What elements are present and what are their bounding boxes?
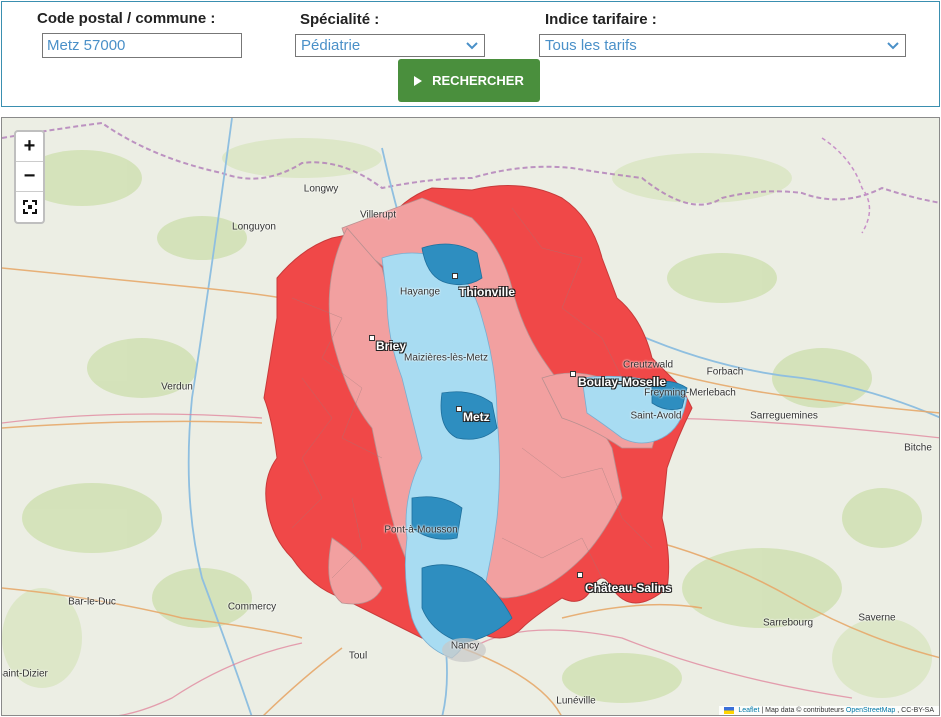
osm-link[interactable]: OpenStreetMap	[846, 707, 895, 714]
leaflet-link[interactable]: Leaflet	[738, 707, 759, 714]
city-label: Boulay-Moselle	[578, 375, 667, 389]
city-label: Briey	[376, 339, 407, 353]
license-text: , CC-BY-SA	[897, 707, 934, 714]
map-place-label: Lunéville	[556, 695, 596, 707]
map-place-label: Saint-Avold	[630, 410, 682, 422]
map-place-label: Pont-à-Mousson	[384, 524, 458, 536]
fullscreen-button[interactable]	[16, 192, 43, 222]
map-place-label: Saverne	[858, 612, 896, 624]
zoom-out-button[interactable]: −	[16, 162, 43, 192]
map-place-label: Freyming-Merlebach	[644, 387, 736, 399]
postal-code-label: Code postal / commune :	[37, 10, 216, 27]
city-label: Château-Salins	[585, 581, 672, 595]
tarif-selected-value: Tous les tarifs	[545, 37, 637, 54]
speciality-select[interactable]: Pédiatrie	[295, 34, 485, 57]
map-place-label: Longuyon	[232, 221, 276, 233]
map-place-label: Sarreguemines	[750, 410, 818, 422]
search-panel: Code postal / commune : Spécialité : Ind…	[1, 1, 940, 107]
chevron-down-icon	[887, 42, 899, 50]
tarif-label: Indice tarifaire :	[545, 11, 657, 28]
city-label: Metz	[463, 410, 490, 424]
zoom-control: + −	[14, 130, 45, 224]
speciality-label: Spécialité :	[300, 11, 380, 28]
ukraine-flag-icon	[724, 707, 735, 714]
city-marker[interactable]	[577, 572, 583, 578]
postal-code-input[interactable]	[42, 33, 242, 58]
attribution-text: | Map data © contributeurs	[761, 707, 844, 714]
city-marker[interactable]	[369, 335, 375, 341]
map-place-label: Bitche	[904, 442, 932, 454]
search-button-label: RECHERCHER	[432, 73, 524, 88]
tarif-select[interactable]: Tous les tarifs	[539, 34, 906, 57]
map-place-label: Maizières-lès-Metz	[404, 352, 488, 364]
play-icon	[414, 75, 423, 86]
city-label: Thionville	[459, 285, 516, 299]
map-place-label: Verdun	[161, 381, 193, 393]
zoom-in-button[interactable]: +	[16, 132, 43, 162]
map-place-label: Bar-le-Duc	[68, 596, 116, 608]
map-attribution: Leaflet | Map data © contributeurs OpenS…	[719, 706, 939, 715]
city-marker[interactable]	[570, 371, 576, 377]
chevron-down-icon	[466, 42, 478, 50]
city-marker[interactable]	[456, 406, 462, 412]
search-button[interactable]: RECHERCHER	[398, 59, 540, 102]
map[interactable]: Longwy Villerupt Longuyon Verdun Bar-le-Duc C…	[1, 117, 940, 716]
map-place-label: Nancy	[450, 640, 480, 652]
fullscreen-icon	[22, 200, 37, 214]
map-place-label: Longwy	[303, 183, 339, 195]
map-place-label: Commercy	[227, 601, 277, 613]
city-marker[interactable]	[452, 273, 458, 279]
map-place-label: Hayange	[399, 286, 441, 298]
map-place-label: Toul	[348, 650, 368, 662]
map-place-label: Sarrebourg	[762, 617, 814, 629]
map-place-label: Villerupt	[360, 209, 396, 221]
map-place-label: Saint-Dizier	[1, 668, 48, 680]
map-place-label: Forbach	[706, 366, 744, 378]
speciality-selected-value: Pédiatrie	[301, 37, 361, 54]
map-place-label: Creutzwald	[622, 359, 674, 371]
